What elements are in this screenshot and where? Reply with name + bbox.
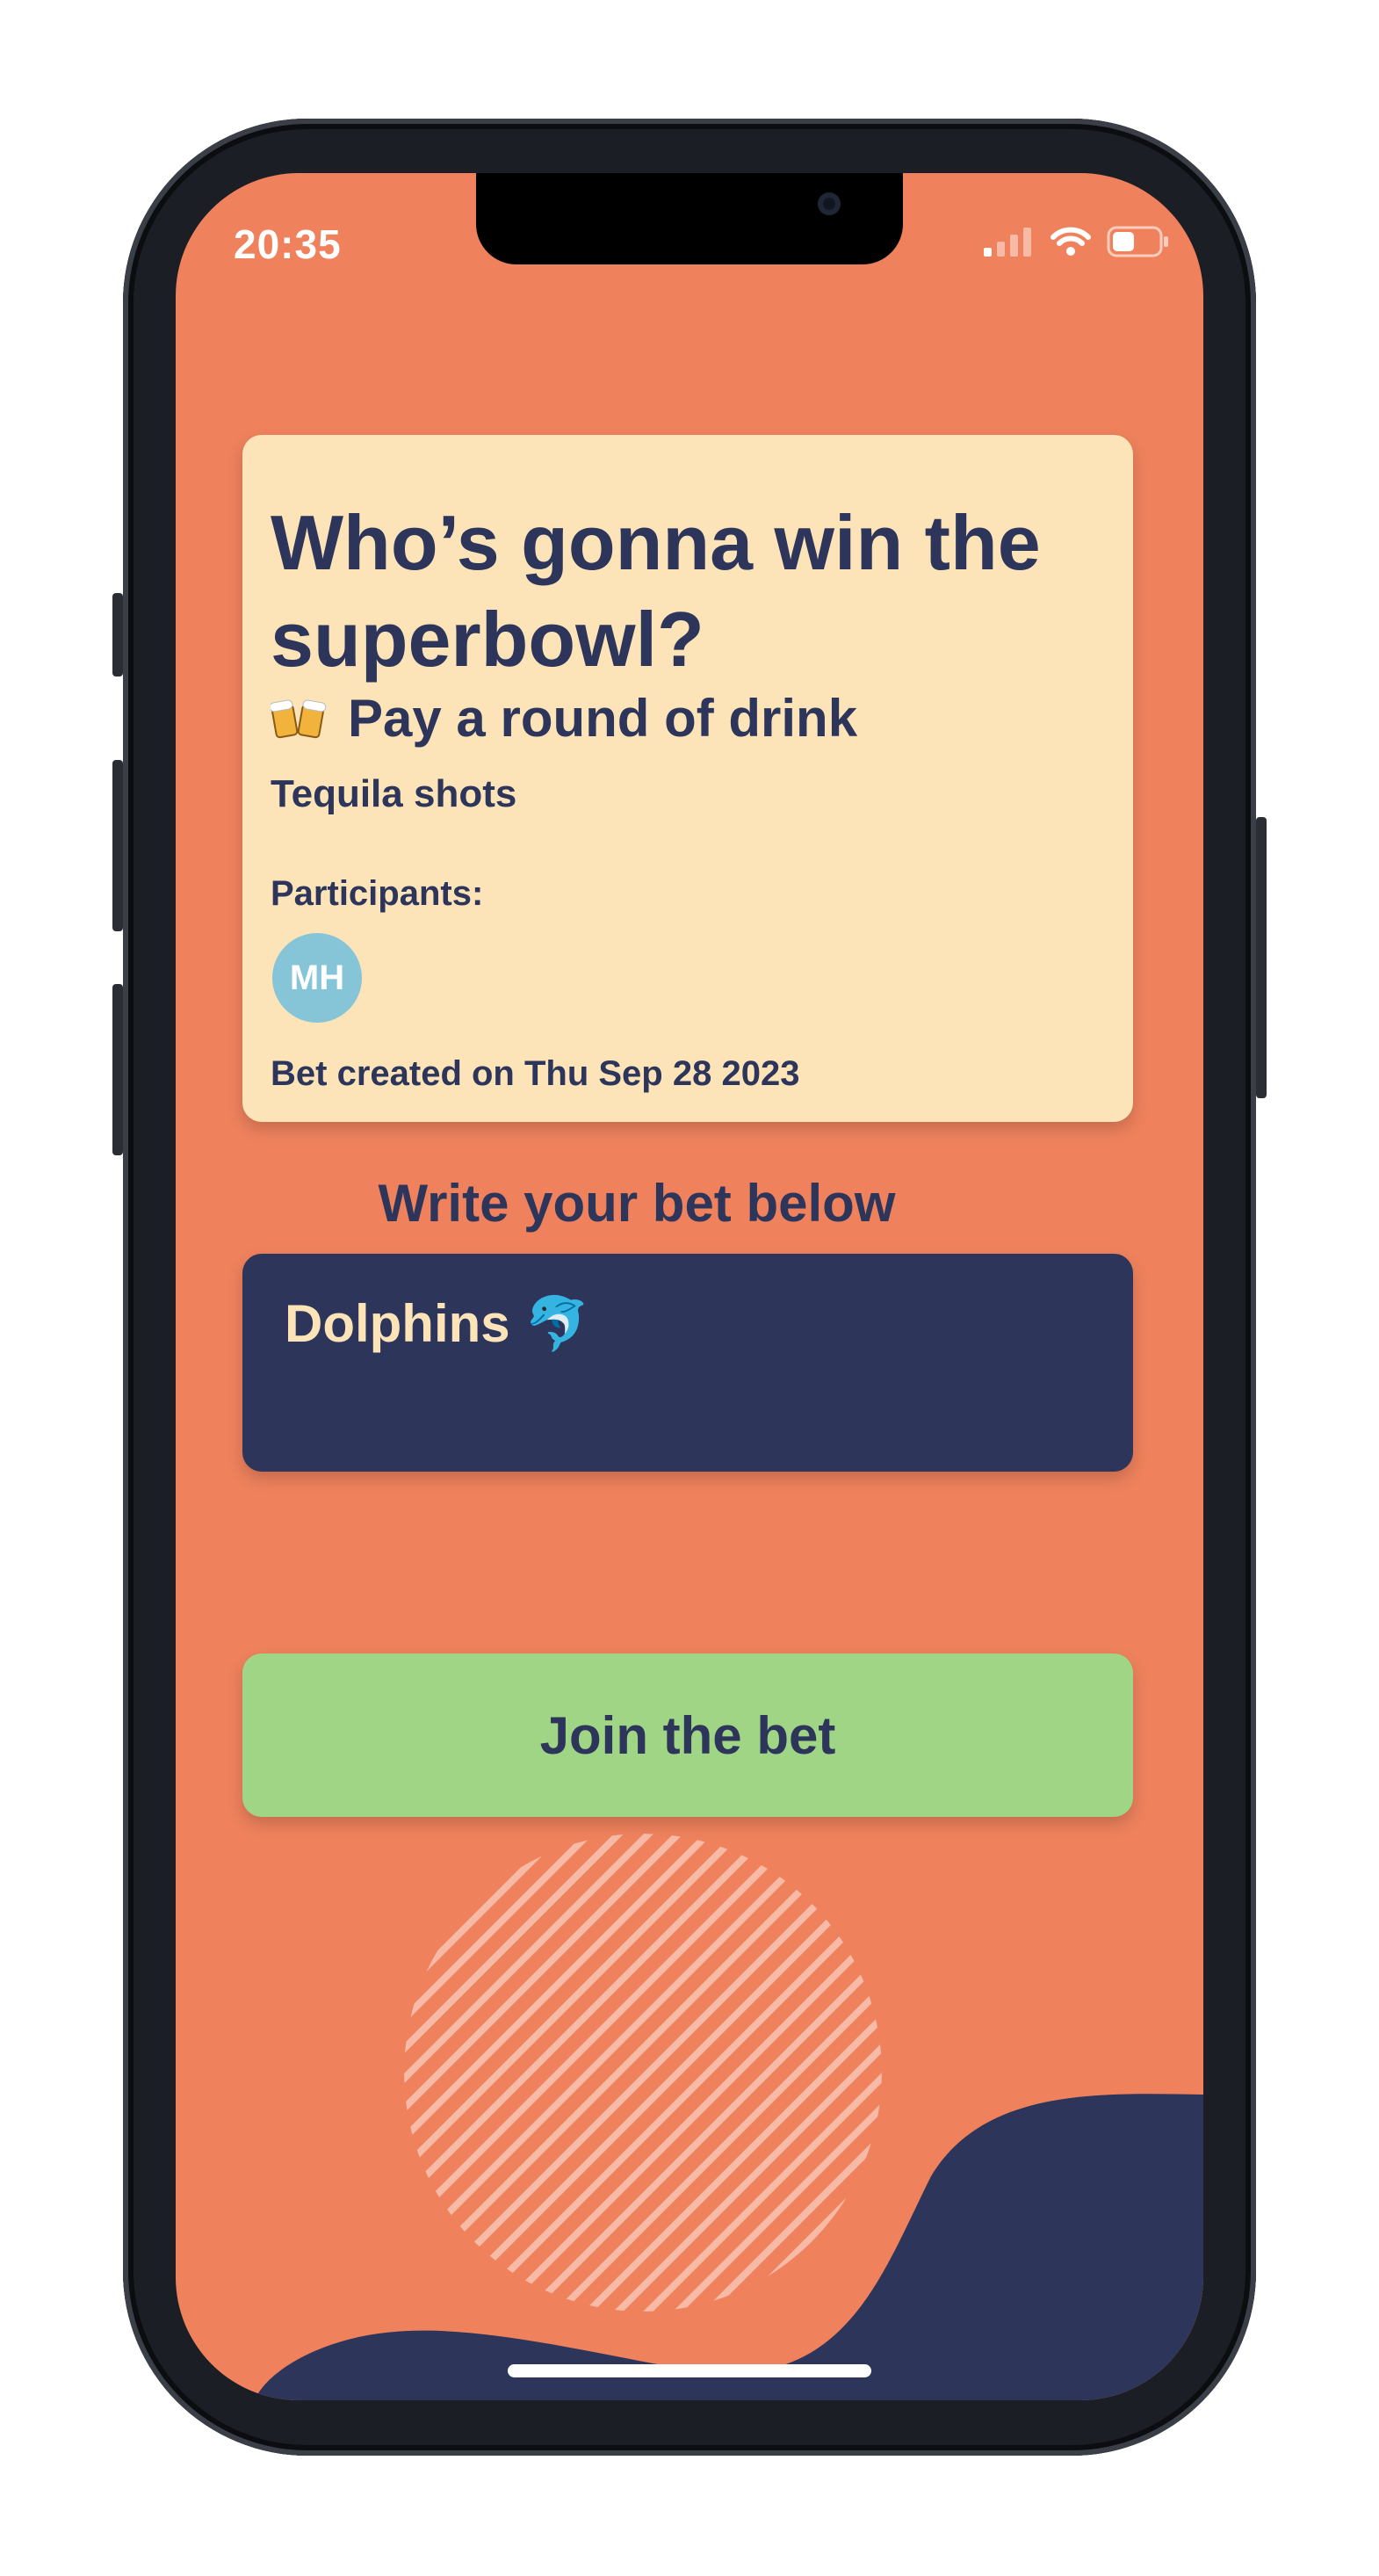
- wifi-icon: [1050, 227, 1091, 256]
- app-screen: 20:35 Who’s gonna win the superbowl? Pay…: [176, 173, 1203, 2400]
- battery-icon: [1107, 226, 1168, 257]
- bet-title: Who’s gonna win the superbowl?: [271, 499, 1041, 683]
- bet-reward-text: Pay a round of drink: [348, 689, 858, 748]
- volume-up-button: [112, 760, 123, 931]
- status-icons: [984, 226, 1170, 257]
- bet-input[interactable]: Dolphins 🐬: [242, 1254, 1133, 1472]
- beer-mugs-icon: [271, 699, 327, 738]
- cellular-signal-icon: [984, 228, 1031, 257]
- front-camera: [818, 192, 841, 215]
- home-indicator[interactable]: [508, 2364, 871, 2377]
- striped-circle: [404, 1834, 882, 2312]
- participants-label: Participants:: [271, 874, 484, 913]
- avatar: MH: [272, 933, 362, 1023]
- bet-card: Who’s gonna win the superbowl? Pay a rou…: [242, 435, 1133, 1122]
- bet-input-label: Write your bet below: [378, 1174, 896, 1233]
- silent-switch: [112, 593, 123, 677]
- notch: [476, 173, 903, 264]
- join-bet-button[interactable]: Join the bet: [242, 1653, 1133, 1817]
- status-time: 20:35: [234, 221, 342, 267]
- bet-reward: Pay a round of drink: [271, 688, 857, 749]
- bet-created-date: Bet created on Thu Sep 28 2023: [271, 1054, 800, 1093]
- volume-down-button: [112, 984, 123, 1155]
- power-button: [1256, 817, 1267, 1098]
- bet-detail: Tequila shots: [271, 772, 517, 815]
- decorative-background: [255, 1834, 1203, 2400]
